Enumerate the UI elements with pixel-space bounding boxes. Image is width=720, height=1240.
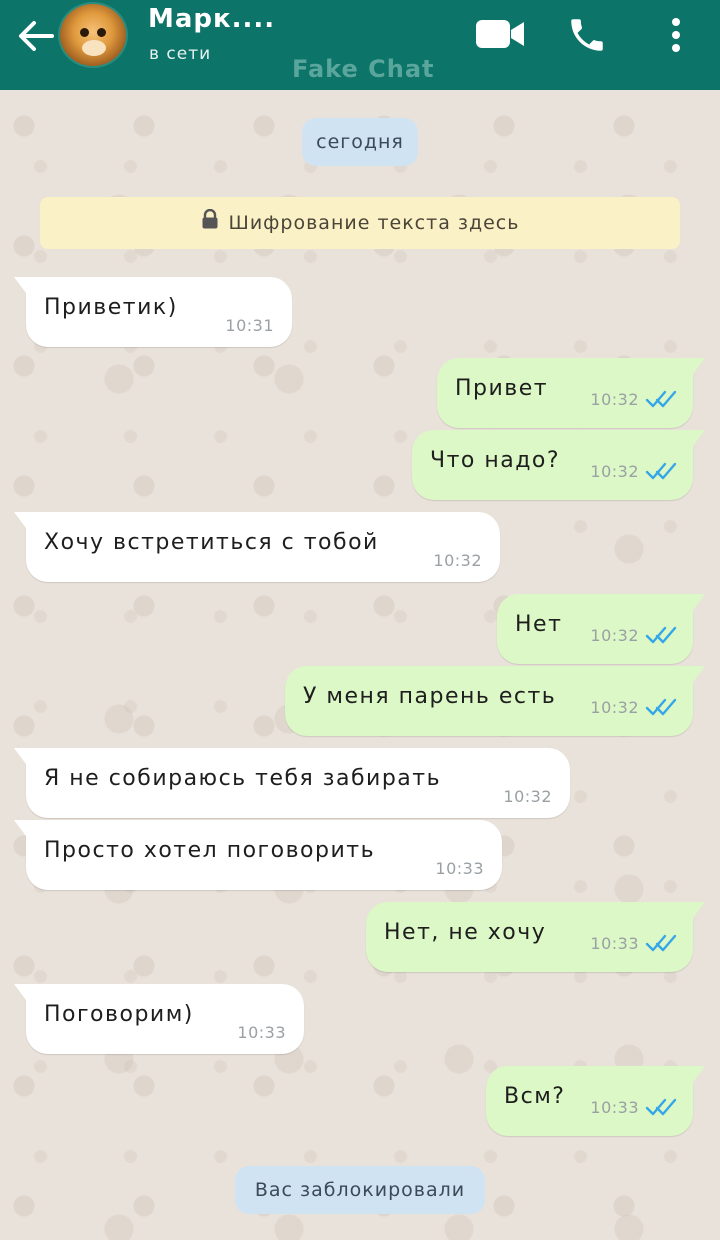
message-time: 10:33 bbox=[590, 934, 639, 953]
message-text: Привет bbox=[455, 376, 549, 401]
message-time: 10:33 bbox=[435, 859, 484, 878]
double-check-icon bbox=[645, 698, 677, 716]
video-camera-icon[interactable] bbox=[474, 16, 526, 52]
contact-avatar[interactable] bbox=[58, 2, 128, 68]
outgoing-message[interactable]: Привет 10:32 bbox=[437, 358, 705, 428]
message-text: Я не собираюсь тебя забирать bbox=[44, 766, 442, 791]
message-time: 10:32 bbox=[590, 390, 639, 409]
incoming-message[interactable]: Приветик) 10:31 bbox=[14, 277, 292, 347]
double-check-icon bbox=[645, 626, 677, 644]
message-time: 10:32 bbox=[590, 462, 639, 481]
message-text: Всм? bbox=[504, 1084, 566, 1109]
message-text: Нет bbox=[515, 612, 563, 637]
message-time: 10:32 bbox=[433, 551, 482, 570]
encryption-text: Шифрование текста здесь bbox=[228, 212, 520, 234]
app-watermark: Fake Chat bbox=[292, 55, 435, 83]
outgoing-message[interactable]: У меня парень есть 10:32 bbox=[285, 666, 705, 736]
contact-status: в сети bbox=[149, 44, 212, 64]
message-text: Хочу встретиться с тобой bbox=[44, 530, 379, 555]
message-text: Просто хотел поговорить bbox=[44, 838, 376, 863]
phone-icon[interactable] bbox=[566, 14, 608, 56]
lock-icon bbox=[202, 208, 218, 228]
outgoing-message[interactable]: Нет 10:32 bbox=[497, 594, 705, 664]
message-text: Приветик) bbox=[44, 295, 178, 320]
message-time: 10:32 bbox=[590, 626, 639, 645]
contact-name[interactable]: Марк.... bbox=[148, 4, 275, 34]
double-check-icon bbox=[645, 1098, 677, 1116]
message-time: 10:33 bbox=[590, 1098, 639, 1117]
encryption-banner[interactable]: Шифрование текста здесь bbox=[40, 197, 680, 249]
blocked-notice: Вас заблокировали bbox=[235, 1166, 485, 1214]
message-time: 10:32 bbox=[590, 698, 639, 717]
date-separator: сегодня bbox=[302, 118, 418, 166]
outgoing-message[interactable]: Нет, не хочу 10:33 bbox=[366, 902, 705, 972]
outgoing-message[interactable]: Что надо? 10:32 bbox=[412, 430, 705, 500]
incoming-message[interactable]: Хочу встретиться с тобой 10:32 bbox=[14, 512, 500, 582]
message-time: 10:31 bbox=[225, 316, 274, 335]
message-text: Что надо? bbox=[430, 448, 561, 473]
incoming-message[interactable]: Я не собираюсь тебя забирать 10:32 bbox=[14, 748, 570, 818]
double-check-icon bbox=[645, 390, 677, 408]
double-check-icon bbox=[645, 934, 677, 952]
incoming-message[interactable]: Поговорим) 10:33 bbox=[14, 984, 304, 1054]
message-time: 10:32 bbox=[503, 787, 552, 806]
message-text: Поговорим) bbox=[44, 1002, 194, 1027]
back-arrow-icon[interactable] bbox=[14, 18, 56, 54]
more-vertical-icon[interactable] bbox=[662, 14, 690, 56]
outgoing-message[interactable]: Всм? 10:33 bbox=[486, 1066, 705, 1136]
chat-header: Марк.... в сети Fake Chat bbox=[0, 0, 720, 90]
incoming-message[interactable]: Просто хотел поговорить 10:33 bbox=[14, 820, 502, 890]
message-time: 10:33 bbox=[237, 1023, 286, 1042]
message-text: Нет, не хочу bbox=[384, 920, 547, 945]
message-text: У меня парень есть bbox=[303, 684, 557, 709]
double-check-icon bbox=[645, 462, 677, 480]
